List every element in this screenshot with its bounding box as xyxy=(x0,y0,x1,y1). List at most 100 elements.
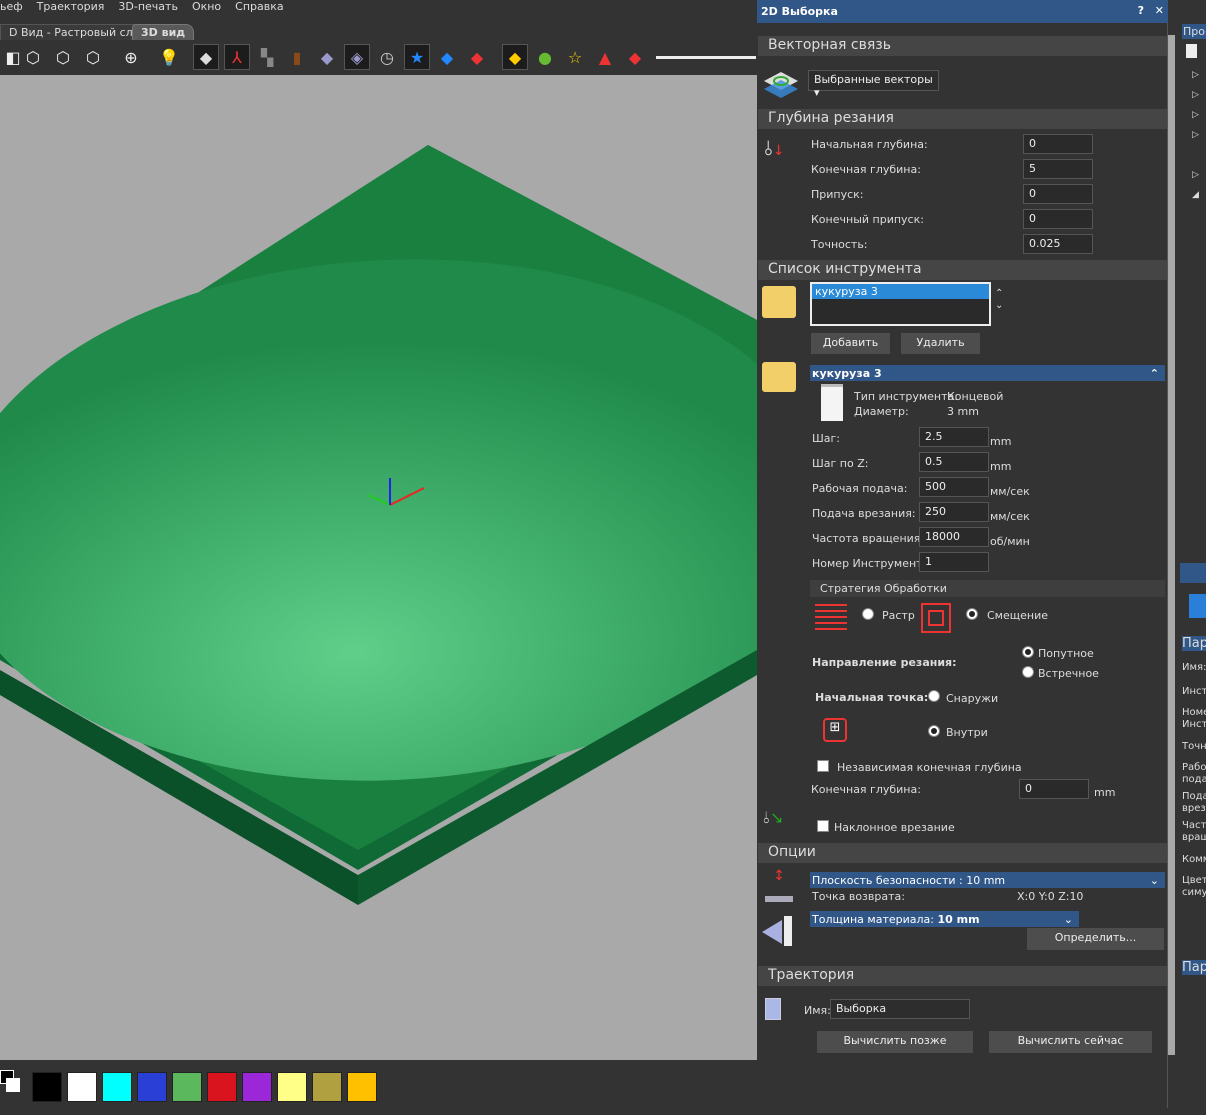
menu-help[interactable]: Справка xyxy=(235,0,283,14)
cylinder-icon[interactable]: ▮ xyxy=(284,44,310,70)
up-arrow-icon[interactable]: ⌃ xyxy=(995,288,1003,300)
right-panel xyxy=(1176,0,1206,1115)
material-icon[interactable]: ◆ xyxy=(193,44,219,70)
conventional-radio[interactable] xyxy=(1022,666,1034,678)
tool-select-folder-icon[interactable] xyxy=(762,362,796,392)
color-swatch[interactable] xyxy=(67,1072,97,1102)
tool-list[interactable]: кукуруза 3 xyxy=(810,282,991,326)
menu-3d-print[interactable]: 3D-печать xyxy=(118,0,178,14)
depth-field-input[interactable]: 0.025 xyxy=(1023,234,1093,254)
color-swatch[interactable] xyxy=(137,1072,167,1102)
tool-field-label: Рабочая подача: xyxy=(812,482,908,495)
toolpath-name-input[interactable]: Выборка xyxy=(830,999,970,1019)
tool-field-input[interactable]: 0.5 xyxy=(919,452,989,472)
puzzle-icon[interactable]: ▚ xyxy=(254,44,280,70)
zoom-icon[interactable]: ⊕ xyxy=(118,44,144,70)
tool-folder-icon[interactable] xyxy=(762,286,796,318)
offset-radio[interactable] xyxy=(966,608,978,620)
home-value: X:0 Y:0 Z:10 xyxy=(1017,890,1084,903)
right-param-label: Рабо пода xyxy=(1182,762,1206,785)
cube-front-icon[interactable]: ⬡ xyxy=(20,44,46,70)
depth-field-input[interactable]: 0 xyxy=(1023,209,1093,229)
cube-top-icon[interactable]: ⬡ xyxy=(80,44,106,70)
vector-select[interactable]: Выбранные векторы ▾ xyxy=(808,70,939,99)
cube-side-icon[interactable]: ⬡ xyxy=(50,44,76,70)
pyramid-icon[interactable]: ▲ xyxy=(592,44,618,70)
save-icon[interactable] xyxy=(1189,594,1206,618)
layer-blue-icon[interactable]: ◆ xyxy=(434,44,460,70)
plane-yellow-icon[interactable]: ◆ xyxy=(502,44,528,70)
color-swatch[interactable] xyxy=(277,1072,307,1102)
tool-field-input[interactable]: 2.5 xyxy=(919,427,989,447)
depth-field-input[interactable]: 0 xyxy=(1023,134,1093,154)
home-label: Точка возврата: xyxy=(812,890,905,903)
color-swatch[interactable] xyxy=(32,1072,62,1102)
climb-radio[interactable] xyxy=(1022,646,1034,658)
timer-icon[interactable]: ◷ xyxy=(374,44,400,70)
color-swatch[interactable] xyxy=(242,1072,272,1102)
tool-preview-icon[interactable]: ◈ xyxy=(344,44,370,70)
tool-field-input[interactable]: 18000 xyxy=(919,527,989,547)
shapes-icon[interactable]: ● xyxy=(532,44,558,70)
depth-field-input[interactable]: 0 xyxy=(1023,184,1093,204)
menu-relief[interactable]: ьеф xyxy=(0,0,23,14)
chevron-down-icon: ⌄ xyxy=(1149,874,1159,887)
section-toolpath: Траектория xyxy=(758,966,1167,986)
color-swatch[interactable] xyxy=(207,1072,237,1102)
toolbar-slider[interactable] xyxy=(656,56,756,59)
tool-field-input[interactable]: 250 xyxy=(919,502,989,522)
stack-icon[interactable]: ◆ xyxy=(622,44,648,70)
block-icon[interactable]: ◆ xyxy=(314,44,340,70)
axes-icon[interactable]: ⅄ xyxy=(224,44,250,70)
tree-expanders[interactable]: ▷ ▷ ▷ ▷ ▷ ◢ xyxy=(1192,65,1199,205)
close-button[interactable]: ✕ xyxy=(1155,4,1164,17)
section-vector: Векторная связь xyxy=(758,36,1167,56)
right-param-label: Пода вреза xyxy=(1182,791,1206,814)
tool-list-item[interactable]: кукуруза 3 xyxy=(812,284,989,299)
star-icon[interactable]: ★ xyxy=(404,44,430,70)
down-arrow-icon[interactable]: ⌄ xyxy=(995,300,1003,312)
depth-field-input[interactable]: 5 xyxy=(1023,159,1093,179)
safe-plane-value: Плоскость безопасности : 10 mm xyxy=(812,874,1006,887)
menu-window[interactable]: Окно xyxy=(192,0,221,14)
color-swatch[interactable] xyxy=(347,1072,377,1102)
calculate-later-button[interactable]: Вычислить позже xyxy=(817,1031,973,1053)
color-palette xyxy=(32,1072,377,1102)
safe-plane-dropdown[interactable]: Плоскость безопасности : 10 mm ⌄ xyxy=(810,872,1165,888)
tool-field-input[interactable]: 500 xyxy=(919,477,989,497)
tool-list-arrows[interactable]: ⌃ ⌄ xyxy=(995,288,1003,312)
define-button[interactable]: Определить... xyxy=(1027,928,1164,950)
tool-header[interactable]: кукуруза 3 ⌃ xyxy=(810,365,1165,381)
outside-radio[interactable] xyxy=(928,690,940,702)
final-depth-input[interactable]: 0 xyxy=(1019,779,1089,799)
independent-depth-checkbox[interactable] xyxy=(817,760,829,772)
color-swatch[interactable] xyxy=(102,1072,132,1102)
light-icon[interactable]: 💡 xyxy=(156,44,182,70)
add-tool-button[interactable]: Добавить xyxy=(811,333,890,354)
color-swatch[interactable] xyxy=(172,1072,202,1102)
star-search-icon[interactable]: ☆ xyxy=(562,44,588,70)
raster-radio[interactable] xyxy=(862,608,874,620)
collapse-icon[interactable]: ⌃ xyxy=(1150,367,1159,380)
delete-tool-button[interactable]: Удалить xyxy=(901,333,980,354)
splitter[interactable] xyxy=(1168,35,1175,1055)
2d-pocket-panel: 2D Выборка ? ✕ Векторная связь Выбранные… xyxy=(757,0,1168,1108)
inside-radio[interactable] xyxy=(928,725,940,737)
help-button[interactable]: ? xyxy=(1138,4,1144,17)
ramp-checkbox[interactable] xyxy=(817,820,829,832)
3d-viewport[interactable] xyxy=(0,75,757,1060)
layer-red-icon[interactable]: ◆ xyxy=(464,44,490,70)
color-indicator[interactable] xyxy=(0,1070,22,1102)
right-header: Про xyxy=(1182,24,1206,39)
params-header-2: Пар xyxy=(1182,960,1206,975)
right-param-label: Точн xyxy=(1182,741,1206,752)
color-swatch[interactable] xyxy=(312,1072,342,1102)
toolpath-icon[interactable] xyxy=(1180,563,1206,583)
tool-field-input[interactable]: 1 xyxy=(919,552,989,572)
calculate-now-button[interactable]: Вычислить сейчас xyxy=(989,1031,1152,1053)
start-point-label: Начальная точка: xyxy=(815,691,929,704)
thickness-dropdown[interactable]: Толщина материала: 10 mm ⌄ xyxy=(810,911,1079,927)
tab-3d-view[interactable]: 3D вид xyxy=(132,24,195,40)
menu-toolpath[interactable]: Траектория xyxy=(37,0,105,14)
diameter-value: 3 mm xyxy=(947,405,979,418)
